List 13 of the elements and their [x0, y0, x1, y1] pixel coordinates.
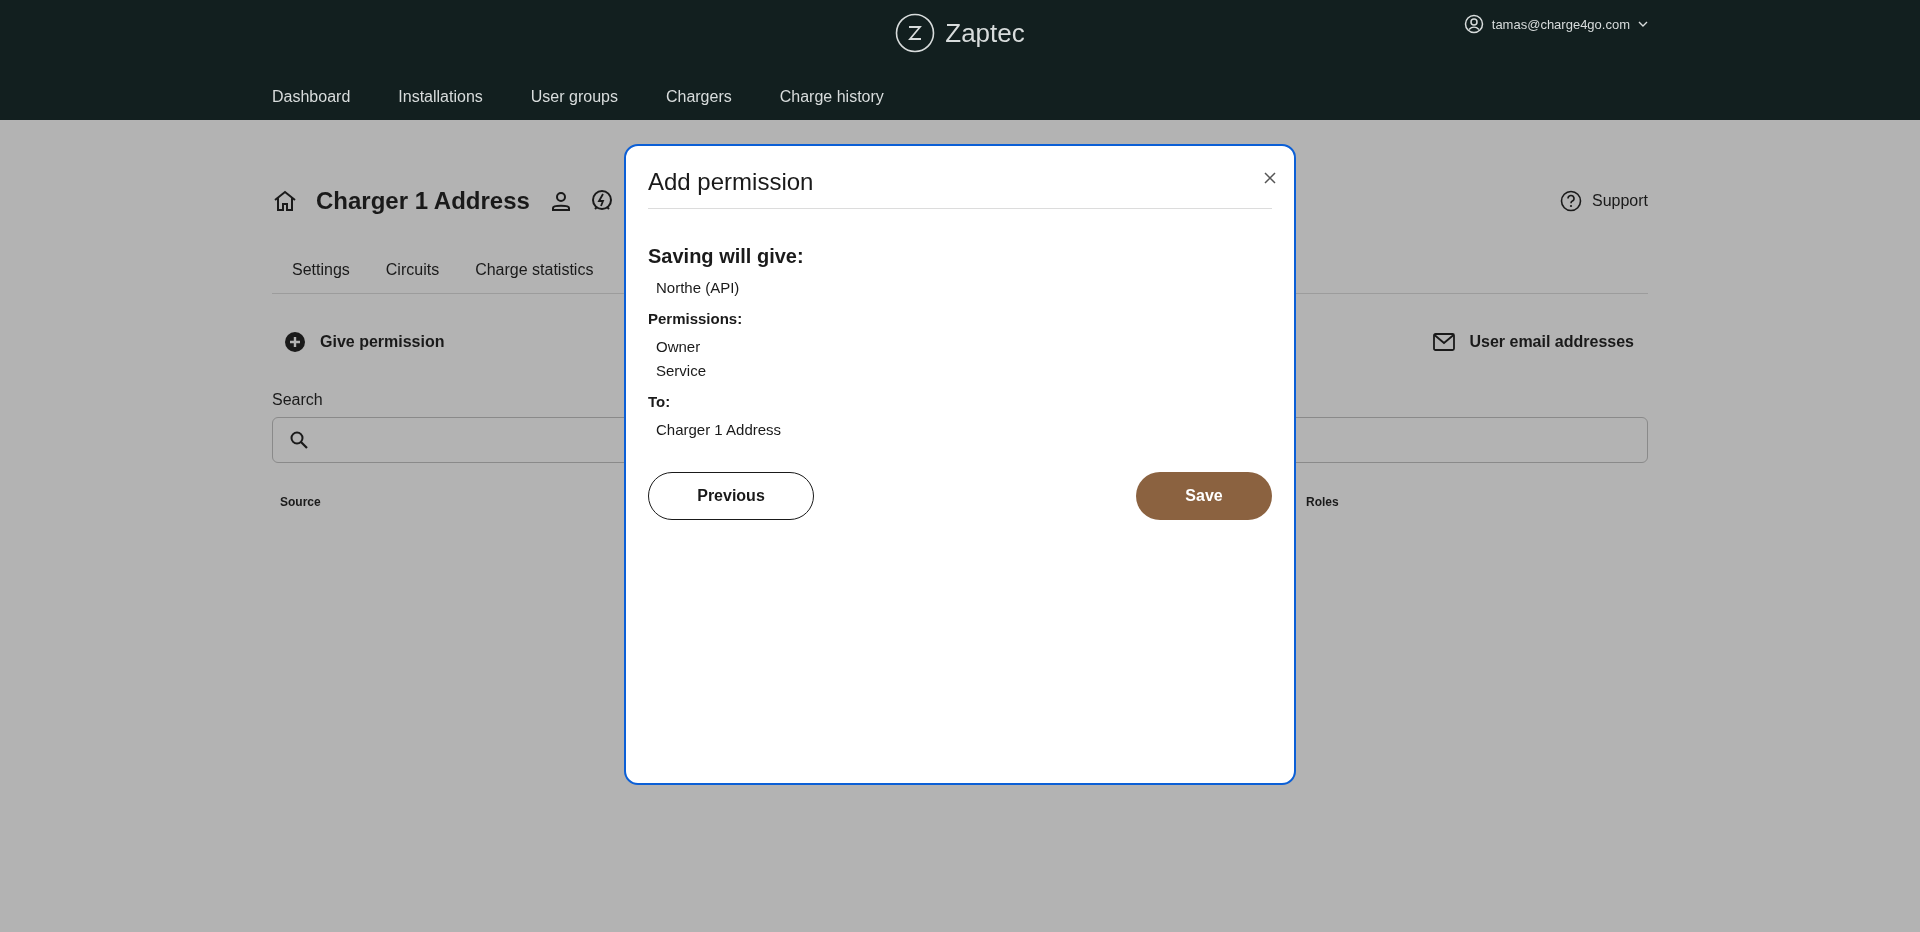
summary-item: Northe (API): [655, 278, 740, 298]
section-heading: To:: [648, 393, 672, 410]
dialog-title: Add permission: [648, 168, 1272, 209]
column-header: Source: [280, 495, 321, 509]
summary-item: Service: [655, 361, 707, 381]
section-heading: Permissions:: [648, 310, 744, 327]
page-title: Charger 1 Address: [316, 187, 530, 215]
column-header: Roles: [1306, 495, 1339, 509]
brand-name: Zaptec: [945, 17, 1025, 49]
search-label: Search: [272, 391, 323, 409]
summary-item: Owner: [655, 337, 701, 357]
section-heading: Saving will give:: [648, 245, 805, 268]
summary-item: Charger 1 Address: [655, 420, 782, 440]
